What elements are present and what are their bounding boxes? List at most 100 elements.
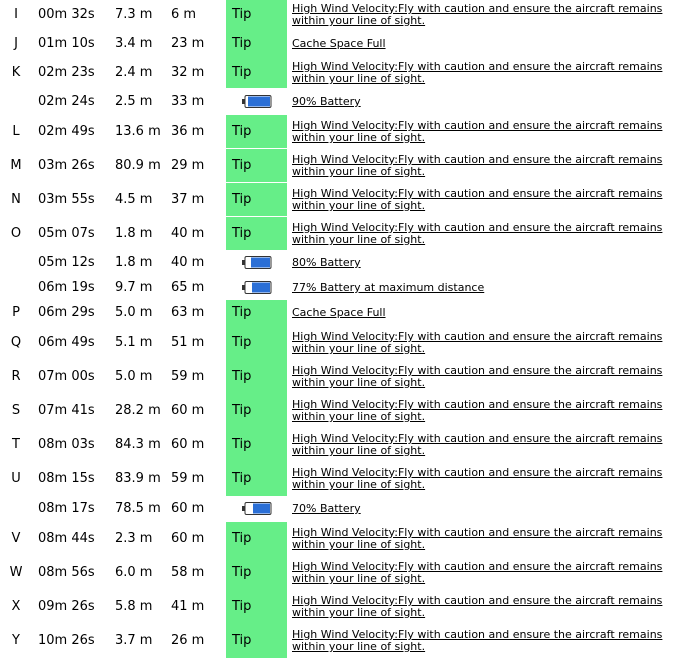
event-message-link[interactable]: High Wind Velocity:Fly with caution and … — [292, 154, 677, 178]
battery-icon — [242, 281, 272, 294]
tip-row: Q 06m 49s 5.1 m 51 m Tip High Wind Velocity:F… — [0, 326, 685, 360]
event-marker: Y — [12, 633, 20, 648]
event-distance: 65 m — [171, 280, 205, 295]
event-distance: 32 m — [171, 65, 205, 80]
event-distance: 58 m — [171, 565, 205, 580]
tip-badge: Tip — [226, 183, 287, 216]
event-message-link[interactable]: High Wind Velocity:Fly with caution and … — [292, 399, 677, 423]
event-time: 07m 00s — [38, 369, 95, 384]
tip-badge: Tip — [226, 58, 287, 88]
tip-badge: Tip — [226, 590, 287, 624]
battery-row: 02m 24s 2.5 m 33 m 90% Battery — [0, 88, 685, 115]
event-time: 10m 26s — [38, 633, 95, 648]
event-message-link[interactable]: High Wind Velocity:Fly with caution and … — [292, 222, 677, 246]
tip-row: O 05m 07s 1.8 m 40 m Tip High Wind Velocity:F… — [0, 217, 685, 250]
event-altitude: 5.8 m — [115, 599, 153, 614]
battery-row: 08m 17s 78.5 m 60 m 70% Battery — [0, 495, 685, 522]
event-altitude: 28.2 m — [115, 403, 161, 418]
event-message-link[interactable]: Cache Space Full — [292, 307, 677, 319]
event-message-link[interactable]: High Wind Velocity:Fly with caution and … — [292, 3, 677, 27]
event-altitude: 2.5 m — [115, 94, 153, 109]
event-altitude: 2.4 m — [115, 65, 153, 80]
event-message-link[interactable]: High Wind Velocity:Fly with caution and … — [292, 467, 677, 491]
event-marker: K — [11, 65, 21, 80]
event-altitude: 80.9 m — [115, 158, 161, 173]
event-marker: V — [11, 531, 21, 546]
event-altitude: 4.5 m — [115, 192, 153, 207]
event-distance: 6 m — [171, 7, 197, 22]
event-distance: 26 m — [171, 633, 205, 648]
event-altitude: 3.7 m — [115, 633, 153, 648]
tip-badge: Tip — [226, 0, 287, 30]
tip-row: P 06m 29s 5.0 m 63 m Tip Cache Space Full — [0, 300, 685, 326]
event-time: 06m 49s — [38, 335, 95, 350]
event-distance: 60 m — [171, 437, 205, 452]
event-message-link[interactable]: 90% Battery — [292, 96, 677, 108]
battery-row: 05m 12s 1.8 m 40 m 80% Battery — [0, 250, 685, 275]
tip-badge: Tip — [226, 462, 287, 496]
tip-badge: Tip — [226, 300, 287, 326]
tip-badge: Tip — [226, 556, 287, 590]
event-distance: 60 m — [171, 501, 205, 516]
event-distance: 36 m — [171, 124, 205, 139]
event-time: 02m 49s — [38, 124, 95, 139]
tip-badge: Tip — [226, 522, 287, 556]
tip-badge: Tip — [226, 217, 287, 250]
battery-row: 06m 19s 9.7 m 65 m 77% Battery at maximum d… — [0, 275, 685, 300]
event-marker: J — [14, 36, 18, 51]
tip-badge: Tip — [226, 149, 287, 182]
event-altitude: 1.8 m — [115, 255, 153, 270]
event-message-link[interactable]: High Wind Velocity:Fly with caution and … — [292, 120, 677, 144]
tip-row: U 08m 15s 83.9 m 59 m Tip High Wind Velocity:… — [0, 462, 685, 496]
tip-row: W 08m 56s 6.0 m 58 m Tip High Wind Velocity:F… — [0, 556, 685, 590]
event-message-link[interactable]: High Wind Velocity:Fly with caution and … — [292, 595, 677, 619]
event-message-link[interactable]: High Wind Velocity:Fly with caution and … — [292, 61, 677, 85]
tip-badge: Tip — [226, 394, 287, 428]
event-marker: U — [11, 471, 21, 486]
event-altitude: 6.0 m — [115, 565, 153, 580]
event-message-link[interactable]: High Wind Velocity:Fly with caution and … — [292, 188, 677, 212]
event-marker: X — [11, 599, 21, 614]
event-altitude: 9.7 m — [115, 280, 153, 295]
event-distance: 41 m — [171, 599, 205, 614]
event-message-link[interactable]: 70% Battery — [292, 503, 677, 515]
event-marker: M — [10, 158, 22, 173]
event-message-link[interactable]: High Wind Velocity:Fly with caution and … — [292, 527, 677, 551]
event-marker: T — [12, 437, 20, 452]
event-distance: 59 m — [171, 471, 205, 486]
event-message-link[interactable]: High Wind Velocity:Fly with caution and … — [292, 433, 677, 457]
tip-badge: Tip — [226, 115, 287, 148]
tip-row: T 08m 03s 84.3 m 60 m Tip High Wind Velocity:… — [0, 428, 685, 462]
battery-icon — [242, 502, 272, 515]
battery-icon — [242, 256, 272, 269]
event-time: 08m 17s — [38, 501, 95, 516]
event-message-link[interactable]: High Wind Velocity:Fly with caution and … — [292, 331, 677, 355]
event-message-link[interactable]: High Wind Velocity:Fly with caution and … — [292, 629, 677, 653]
event-message-link[interactable]: High Wind Velocity:Fly with caution and … — [292, 365, 677, 389]
event-marker: L — [12, 124, 20, 139]
tip-row: S 07m 41s 28.2 m 60 m Tip High Wind Velocity:… — [0, 394, 685, 428]
event-message-link[interactable]: Cache Space Full — [292, 38, 677, 50]
event-message-link[interactable]: High Wind Velocity:Fly with caution and … — [292, 561, 677, 585]
tip-badge: Tip — [226, 360, 287, 394]
event-altitude: 5.1 m — [115, 335, 153, 350]
event-altitude: 5.0 m — [115, 369, 153, 384]
tip-row: Y 10m 26s 3.7 m 26 m Tip High Wind Velocity:F… — [0, 624, 685, 658]
event-time: 01m 10s — [38, 36, 95, 51]
event-distance: 29 m — [171, 158, 205, 173]
event-time: 06m 29s — [38, 305, 95, 320]
event-marker: W — [9, 565, 23, 580]
tip-row: K 02m 23s 2.4 m 32 m Tip High Wind Velocity:F… — [0, 58, 685, 88]
event-time: 02m 23s — [38, 65, 95, 80]
tip-row: X 09m 26s 5.8 m 41 m Tip High Wind Velocity:F… — [0, 590, 685, 624]
event-marker: P — [12, 305, 20, 320]
event-distance: 33 m — [171, 94, 205, 109]
event-altitude: 7.3 m — [115, 7, 153, 22]
event-time: 08m 03s — [38, 437, 95, 452]
event-message-link[interactable]: 80% Battery — [292, 257, 677, 269]
event-message-link[interactable]: 77% Battery at maximum distance — [292, 282, 677, 294]
event-marker: S — [11, 403, 21, 418]
event-altitude: 84.3 m — [115, 437, 161, 452]
event-time: 03m 26s — [38, 158, 95, 173]
event-distance: 60 m — [171, 403, 205, 418]
